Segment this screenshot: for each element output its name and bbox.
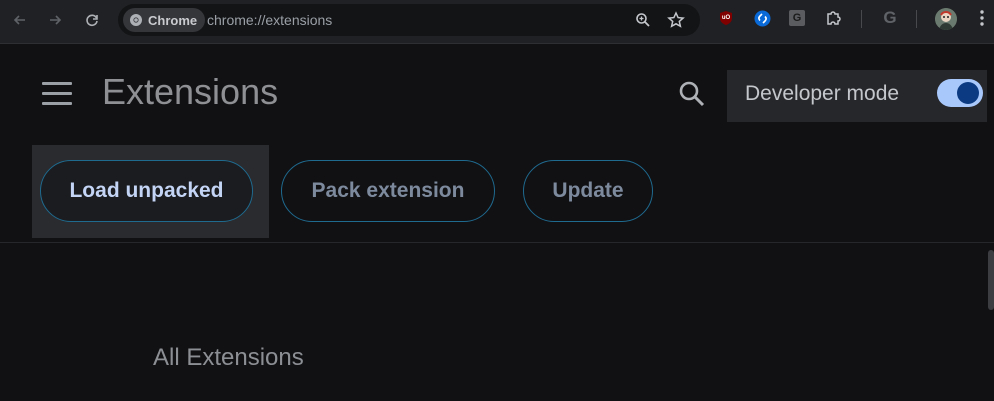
- site-chip-label: Chrome: [148, 12, 198, 28]
- developer-mode-label: Developer mode: [745, 82, 900, 105]
- shazam-icon[interactable]: [753, 9, 771, 27]
- toolbar-divider: [0, 242, 994, 243]
- google-icon[interactable]: G: [881, 8, 899, 27]
- site-chip[interactable]: Chrome: [123, 8, 206, 32]
- load-unpacked-button[interactable]: Load unpacked: [40, 160, 253, 222]
- chrome-icon: [130, 14, 142, 26]
- page-title: Extensions: [102, 71, 279, 112]
- g-translate-label: G: [792, 12, 802, 24]
- developer-mode-toggle[interactable]: [937, 79, 983, 107]
- zoom-icon[interactable]: [632, 9, 654, 31]
- section-title: All Extensions: [153, 344, 304, 371]
- avatar[interactable]: [935, 8, 957, 30]
- ublock-label: uO: [721, 15, 731, 21]
- update-button[interactable]: Update: [523, 160, 653, 222]
- kebab-menu-icon[interactable]: [973, 9, 991, 27]
- url-text[interactable]: chrome://extensions: [207, 12, 332, 28]
- toolbar-separator: [916, 10, 917, 28]
- developer-mode-panel: Developer mode: [727, 70, 987, 122]
- toggle-knob: [957, 82, 979, 104]
- back-icon[interactable]: [8, 8, 32, 32]
- google-label: G: [883, 8, 897, 27]
- forward-icon[interactable]: [43, 8, 67, 32]
- g-translate-icon[interactable]: G: [789, 10, 805, 26]
- pack-extension-button[interactable]: Pack extension: [281, 160, 495, 222]
- ublock-icon[interactable]: uO: [717, 9, 735, 27]
- search-icon[interactable]: [676, 78, 708, 110]
- browser-toolbar: Chrome chrome://extensions uO G G: [0, 0, 994, 44]
- puzzle-icon[interactable]: [825, 9, 843, 27]
- address-bar[interactable]: Chrome chrome://extensions: [118, 4, 700, 36]
- reload-icon[interactable]: [80, 8, 104, 32]
- toolbar-separator: [861, 10, 862, 28]
- main-menu-icon[interactable]: [42, 82, 74, 106]
- scrollbar[interactable]: [988, 250, 994, 310]
- star-icon[interactable]: [665, 9, 687, 31]
